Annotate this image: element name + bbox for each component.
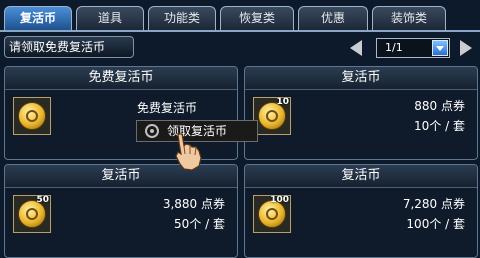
- item-name: 免费复活币: [137, 101, 198, 115]
- tab-discount[interactable]: 优惠: [298, 6, 368, 31]
- tab-function[interactable]: 功能类: [148, 6, 216, 31]
- dropdown-arrow-icon[interactable]: [432, 40, 448, 56]
- next-page-icon[interactable]: [460, 40, 472, 56]
- card-coin-10: 复活币 10 880 点券 10个 / 套: [244, 66, 478, 160]
- revive-coin-icon: [18, 102, 46, 130]
- page-select[interactable]: 1/1: [376, 38, 450, 58]
- item-quantity-badge: 100: [270, 195, 289, 205]
- card-coin-50: 复活币 50 3,880 点券 50个 / 套: [4, 164, 238, 258]
- item-quantity-badge: 50: [36, 195, 49, 205]
- item-bundle-size: 10个 / 套: [414, 119, 465, 133]
- item-bundle-size: 50个 / 套: [174, 217, 225, 231]
- card-coin-100: 复活币 100 7,280 点券 100个 / 套: [244, 164, 478, 258]
- claim-hint: 请领取免费复活币: [4, 36, 134, 58]
- tab-decoration[interactable]: 装饰类: [372, 6, 446, 31]
- claim-icon: [145, 124, 159, 138]
- tab-items[interactable]: 道具: [76, 6, 144, 31]
- item-quantity-badge: 10: [276, 97, 289, 107]
- tab-revive-coin[interactable]: 复活币: [4, 6, 72, 31]
- prev-page-icon[interactable]: [350, 40, 362, 56]
- item-slot[interactable]: 10: [253, 97, 291, 135]
- tab-underline: [0, 30, 480, 32]
- card-title: 复活币: [245, 67, 477, 90]
- page-number: 1/1: [385, 41, 403, 54]
- item-slot[interactable]: [13, 97, 51, 135]
- card-title: 复活币: [245, 165, 477, 188]
- hand-pointer-icon: [175, 133, 202, 171]
- item-slot[interactable]: 50: [13, 195, 51, 233]
- item-price: 3,880 点券: [162, 197, 225, 211]
- item-price: 7,280 点券: [402, 197, 465, 211]
- item-slot[interactable]: 100: [253, 195, 291, 233]
- tab-recovery[interactable]: 恢复类: [220, 6, 294, 31]
- item-bundle-size: 100个 / 套: [406, 217, 465, 231]
- item-price: 880 点券: [414, 99, 465, 113]
- card-title: 免费复活币: [5, 67, 237, 90]
